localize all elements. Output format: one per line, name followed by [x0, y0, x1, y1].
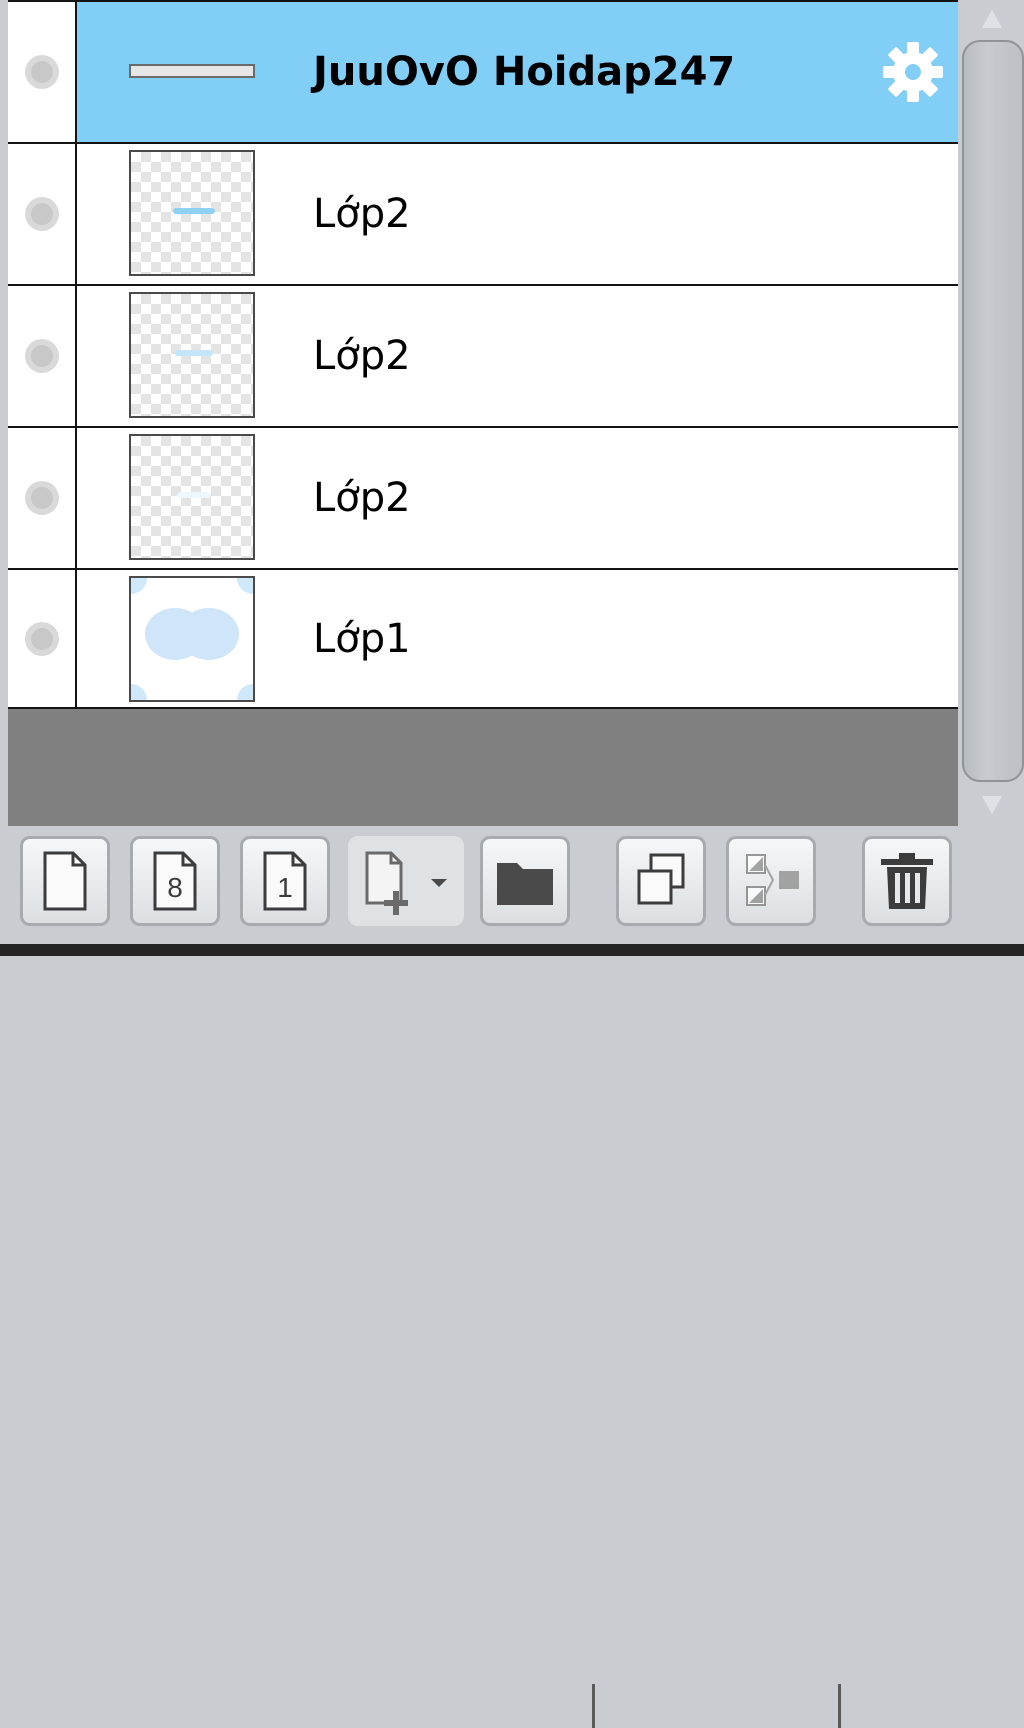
layer-row[interactable]: Lớp2: [8, 284, 958, 426]
delete-layer-icon: [881, 853, 933, 909]
new-8bit-layer-button[interactable]: 8: [130, 836, 220, 926]
layer-thumbnail: [129, 292, 255, 418]
layer-thumbnail: [129, 576, 255, 702]
scrollbar-thumb[interactable]: [962, 40, 1024, 782]
new-1bit-layer-button[interactable]: 1: [240, 836, 330, 926]
add-layer-dropdown-button[interactable]: [348, 836, 464, 926]
merge-layer-icon: [746, 854, 799, 906]
thumbnail-content: [173, 208, 215, 214]
layer-name: Lớp1: [313, 615, 411, 662]
visibility-toggle-icon[interactable]: [25, 339, 59, 373]
thumbnail-content: [175, 350, 213, 356]
visibility-toggle-icon[interactable]: [25, 621, 59, 656]
glyph-1: 1: [277, 872, 293, 903]
toolbar-separator: [838, 1684, 841, 1728]
visibility-toggle-icon[interactable]: [25, 481, 59, 515]
visibility-cell[interactable]: [8, 144, 77, 284]
layer-name: Lớp2: [313, 475, 411, 521]
visibility-cell[interactable]: [8, 2, 77, 142]
visibility-toggle-icon[interactable]: [25, 197, 59, 231]
toolbar-separator: [592, 1684, 595, 1728]
delete-layer-button[interactable]: [862, 836, 952, 926]
new-folder-button[interactable]: [480, 836, 570, 926]
layer-list[interactable]: JuuOvO Hoidap247 Lớp2 Lớp2 Lớp2 Lớp1: [8, 0, 958, 826]
new-1bit-layer-icon: 1: [263, 851, 307, 911]
layer-row-folder[interactable]: JuuOvO Hoidap247: [8, 0, 958, 142]
layer-row[interactable]: Lớp2: [8, 142, 958, 284]
new-layer-icon: [43, 851, 87, 911]
scroll-up-arrow-icon[interactable]: [960, 0, 1024, 40]
thumbnail-content: [177, 492, 211, 498]
add-layer-dropdown-icon: [365, 851, 447, 915]
thumbnail-content: [131, 578, 253, 700]
visibility-toggle-icon[interactable]: [25, 55, 59, 89]
layer-row[interactable]: Lớp1: [8, 568, 958, 709]
layer-name: Lớp2: [313, 191, 411, 237]
new-layer-button[interactable]: [20, 836, 110, 926]
new-8bit-layer-icon: 8: [153, 851, 197, 911]
duplicate-layer-icon: [637, 853, 685, 905]
panel-bottom-border: [0, 944, 1024, 956]
visibility-cell[interactable]: [8, 286, 77, 426]
visibility-cell[interactable]: [8, 428, 77, 568]
layer-thumbnail: [129, 434, 255, 560]
scroll-down-arrow-icon[interactable]: [960, 786, 1024, 826]
layer-toolbar: 8 1: [0, 826, 1024, 1728]
new-folder-icon: [497, 863, 553, 905]
duplicate-layer-button[interactable]: [616, 836, 706, 926]
layer-row[interactable]: Lớp2: [8, 426, 958, 568]
vertical-scrollbar[interactable]: [960, 0, 1024, 826]
layer-panel: JuuOvO Hoidap247 Lớp2 Lớp2 Lớp2 Lớp1 8 1: [0, 0, 1024, 1728]
glyph-8: 8: [167, 872, 183, 903]
gear-icon[interactable]: [880, 39, 946, 105]
layer-thumbnail: [129, 150, 255, 276]
layer-name: Lớp2: [313, 333, 411, 379]
visibility-cell[interactable]: [8, 570, 77, 707]
layer-thumbnail: [129, 64, 255, 78]
merge-layer-button[interactable]: [726, 836, 816, 926]
layer-name: JuuOvO Hoidap247: [313, 49, 736, 95]
